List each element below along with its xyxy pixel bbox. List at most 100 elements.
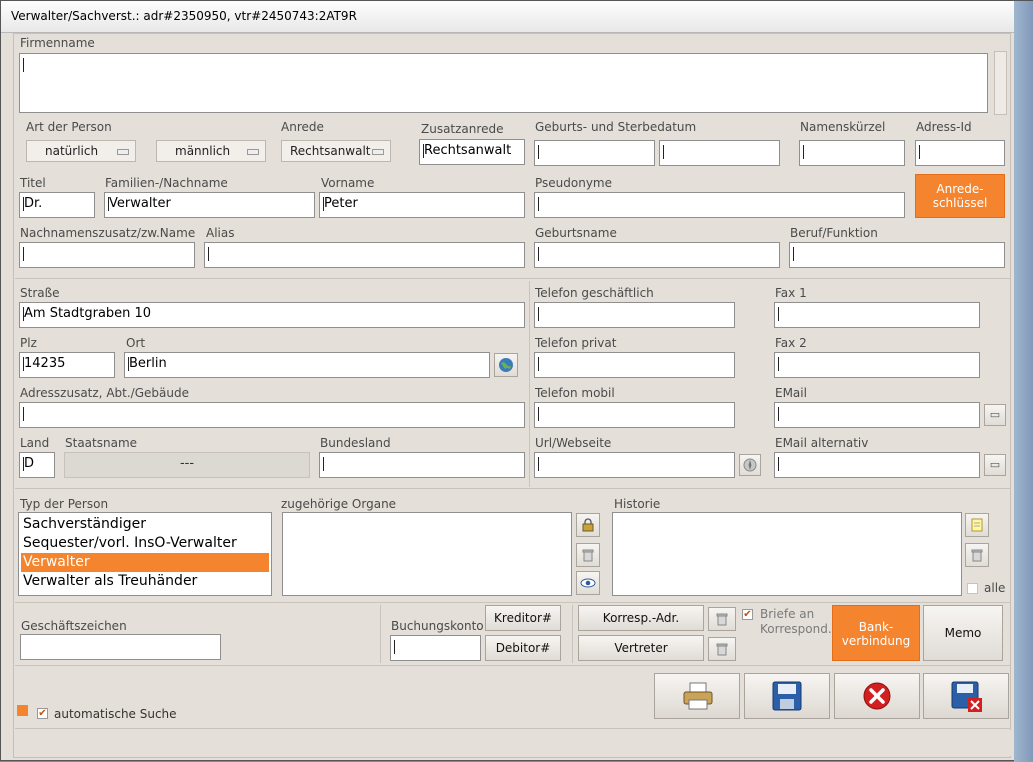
list-item[interactable]: Verwalter als Treuhänder xyxy=(21,572,269,591)
label-tel-mobil: Telefon mobil xyxy=(535,386,615,400)
label-art: Art der Person xyxy=(26,120,112,134)
beruf-input[interactable] xyxy=(789,242,1005,268)
cancel-button[interactable] xyxy=(834,673,920,719)
tel-geschaeft-input[interactable] xyxy=(534,302,735,328)
fax1-input[interactable] xyxy=(774,302,980,328)
divider xyxy=(15,278,1011,279)
url-open-button[interactable] xyxy=(739,454,761,476)
firmenname-scrollbar[interactable] xyxy=(994,51,1007,115)
email-input[interactable] xyxy=(774,402,980,428)
tel-mobil-input[interactable] xyxy=(534,402,735,428)
organe-view-button[interactable] xyxy=(576,571,600,595)
vertreter-button[interactable]: Vertreter xyxy=(578,635,704,661)
land-input[interactable]: D xyxy=(19,452,55,478)
firmenname-input[interactable] xyxy=(19,53,988,113)
geburtsname-input[interactable] xyxy=(534,242,780,268)
nachnamenszusatz-input[interactable] xyxy=(19,242,195,268)
organe-lock-button[interactable] xyxy=(576,513,600,537)
label-beruf: Beruf/Funktion xyxy=(790,226,878,240)
autosuche-checkbox[interactable]: ✔ xyxy=(37,708,48,719)
divider xyxy=(15,665,1011,666)
vertreter-delete-button[interactable] xyxy=(708,637,736,661)
anrede-schluessel-label-2: schlüssel xyxy=(932,196,988,210)
plz-input[interactable]: 14235 xyxy=(19,352,115,378)
geschaeftszeichen-input[interactable] xyxy=(20,634,221,660)
save-close-icon xyxy=(951,681,982,712)
memo-button[interactable]: Memo xyxy=(923,605,1003,661)
label-zusatzanrede: Zusatzanrede xyxy=(421,122,504,136)
list-item[interactable]: Sachverständiger xyxy=(21,515,269,534)
familienname-input[interactable]: Verwalter xyxy=(104,192,315,218)
chevron-down-icon xyxy=(117,149,129,155)
alle-checkbox[interactable] xyxy=(967,583,978,594)
label-adresszusatz: Adresszusatz, Abt./Gebäude xyxy=(20,386,189,400)
anrede-schluessel-button[interactable]: Anrede-schlüssel xyxy=(915,174,1005,218)
ort-lookup-button[interactable] xyxy=(494,353,518,377)
label-firmenname: Firmenname xyxy=(20,36,95,50)
label-geburt: Geburts- und Sterbedatum xyxy=(535,120,697,134)
vorname-input[interactable]: Peter xyxy=(319,192,525,218)
anrede-select[interactable]: Rechtsanwalt xyxy=(281,140,391,162)
tel-privat-input[interactable] xyxy=(534,352,735,378)
url-input[interactable] xyxy=(534,452,735,478)
gender-select[interactable]: männlich xyxy=(156,140,266,162)
pseudonyme-input[interactable] xyxy=(534,192,905,218)
label-typ: Typ der Person xyxy=(20,497,109,511)
save-close-button[interactable] xyxy=(923,673,1009,719)
art-select[interactable]: natürlich xyxy=(26,140,136,162)
briefe-checkbox[interactable]: ✔ xyxy=(742,609,753,620)
eye-icon xyxy=(580,578,596,588)
email-alt-send-button[interactable]: ▭ xyxy=(984,454,1006,476)
organe-delete-button[interactable] xyxy=(576,543,600,567)
label-historie: Historie xyxy=(614,497,661,511)
historie-add-button[interactable] xyxy=(965,513,989,537)
debitor-button[interactable]: Debitor# xyxy=(485,635,561,661)
label-geburtsname: Geburtsname xyxy=(535,226,617,240)
typ-listbox[interactable]: Sachverständiger Sequester/vorl. InsO-Ver… xyxy=(18,512,272,596)
sterbedatum-input[interactable] xyxy=(659,140,780,166)
list-item[interactable]: Verwalter xyxy=(21,553,269,572)
label-pseudonyme: Pseudonyme xyxy=(535,176,613,190)
historie-delete-button[interactable] xyxy=(965,543,989,567)
save-button[interactable] xyxy=(744,673,830,719)
compass-icon xyxy=(743,458,757,472)
staatsname-field: --- xyxy=(64,452,310,478)
chevron-down-icon xyxy=(247,149,259,155)
mail-icon: ▭ xyxy=(989,408,1001,421)
list-item[interactable]: Sequester/vorl. InsO-Verwalter xyxy=(21,534,269,553)
organe-listbox[interactable] xyxy=(282,512,572,596)
adressid-input[interactable] xyxy=(915,140,1005,166)
print-button[interactable] xyxy=(654,673,740,719)
checkmark-icon: ✔ xyxy=(38,708,47,719)
divider xyxy=(380,605,381,663)
note-icon xyxy=(971,518,983,532)
mail-icon: ▭ xyxy=(989,458,1001,471)
adresszusatz-input[interactable] xyxy=(19,402,525,428)
label-tel-geschaeft: Telefon geschäftlich xyxy=(535,286,654,300)
korresp-adr-button[interactable]: Korresp.-Adr. xyxy=(578,605,704,631)
alias-input[interactable] xyxy=(204,242,525,268)
label-namenskuerzel: Namenskürzel xyxy=(800,120,886,134)
email-alt-input[interactable] xyxy=(774,452,980,478)
label-nachnamenszusatz: Nachnamenszusatz/zw.Name xyxy=(20,226,196,240)
kreditor-button[interactable]: Kreditor# xyxy=(485,605,561,631)
ort-input[interactable]: Berlin xyxy=(124,352,490,378)
email-send-button[interactable]: ▭ xyxy=(984,404,1006,426)
label-url: Url/Webseite xyxy=(535,436,612,450)
buchungskonto-input[interactable] xyxy=(390,635,481,661)
zusatzanrede-input[interactable]: Rechtsanwalt xyxy=(419,139,525,165)
titel-input[interactable]: Dr. xyxy=(19,192,95,218)
fax2-input[interactable] xyxy=(774,352,980,378)
namenskuerzel-input[interactable] xyxy=(799,140,905,166)
anrede-value: Rechtsanwalt xyxy=(290,144,371,158)
strasse-input[interactable]: Am Stadtgraben 10 xyxy=(19,302,525,328)
geburtsdatum-input[interactable] xyxy=(534,140,655,166)
label-briefe-2: Korrespond. xyxy=(760,622,832,636)
historie-listbox[interactable] xyxy=(612,512,962,596)
cancel-icon xyxy=(863,682,891,710)
bankverbindung-button[interactable]: Bank-verbindung xyxy=(832,605,920,661)
korresp-delete-button[interactable] xyxy=(708,607,736,631)
bundesland-input[interactable] xyxy=(319,452,525,478)
label-strasse: Straße xyxy=(20,286,60,300)
divider xyxy=(572,605,573,663)
